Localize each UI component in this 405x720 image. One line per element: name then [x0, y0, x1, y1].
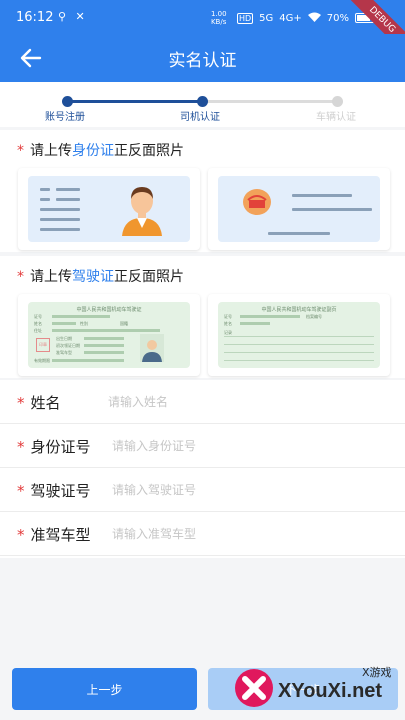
vehicle-class-row: * 准驾车型	[0, 512, 405, 556]
person-avatar-icon	[122, 187, 162, 236]
status-time: 16:12	[16, 10, 54, 25]
signal-4g-icon: 4G+	[279, 12, 302, 24]
national-emblem-icon	[243, 189, 271, 215]
status-right-icons: 1.00 KB/s HD 5G 4G+ 70%	[211, 10, 375, 26]
net-speed: 1.00 KB/s	[210, 10, 227, 26]
watermark-text: XYouXi.net	[278, 680, 383, 702]
prev-step-button[interactable]: 上一步	[12, 668, 197, 710]
id-card-section: * 请上传身份证正反面照片	[0, 130, 405, 252]
id-card-front-upload[interactable]	[18, 168, 200, 250]
status-left-icons: ⚲ ✕	[58, 10, 88, 23]
watermark-small-text: X游戏	[362, 666, 392, 679]
wifi-icon	[307, 12, 321, 25]
license-photo-icon	[140, 334, 164, 362]
id-number-label: * 身份证号	[17, 438, 91, 456]
license-back-upload[interactable]: 中国人民共和国机动车驾驶证副页 证号 姓名 档案编号 记录	[208, 294, 390, 376]
id-card-front-image	[28, 176, 190, 242]
license-front-title: 中国人民共和国机动车驾驶证	[76, 307, 142, 313]
progress-stepper: 账号注册 司机认证 车辆认证	[0, 82, 405, 127]
license-back-image: 中国人民共和国机动车驾驶证副页 证号 姓名 档案编号 记录	[218, 302, 380, 368]
name-row: * 姓名	[0, 380, 405, 424]
step-label-3: 车辆认证	[316, 112, 356, 123]
header-bar: 实名认证	[0, 34, 405, 82]
name-input[interactable]	[108, 390, 368, 414]
license-back-title: 中国人民共和国机动车驾驶证副页	[261, 307, 337, 313]
id-section-title: * 请上传身份证正反面照片	[17, 143, 184, 159]
license-number-row: * 驾驶证号	[0, 468, 405, 512]
step-line-pending	[203, 100, 338, 103]
page-title: 实名认证	[168, 51, 237, 71]
watermark-logo-icon	[235, 669, 273, 707]
step-dot-3	[332, 96, 343, 107]
license-front-upload[interactable]: 中国人民共和国机动车驾驶证 证号 姓名 性别 国籍 住址 印章 出生日期 初次领…	[18, 294, 200, 376]
license-number-label: * 驾驶证号	[17, 482, 91, 500]
vehicle-class-label: * 准驾车型	[17, 526, 91, 544]
step-label-2: 司机认证	[180, 112, 220, 123]
license-front-image: 中国人民共和国机动车驾驶证 证号 姓名 性别 国籍 住址 印章 出生日期 初次领…	[28, 302, 190, 368]
driver-license-section: * 请上传驾驶证正反面照片 中国人民共和国机动车驾驶证 证号 姓名 性别 国籍 住…	[0, 256, 405, 378]
license-stamp: 印章	[36, 338, 50, 352]
step-dot-1	[62, 96, 73, 107]
step-line-done	[68, 100, 203, 103]
status-bar: 16:12 ⚲ ✕ 1.00 KB/s HD 5G 4G+ 70%	[0, 0, 405, 34]
name-label: * 姓名	[17, 394, 61, 412]
license-number-input[interactable]	[112, 478, 372, 502]
id-card-back-image	[218, 176, 380, 242]
vehicle-class-input[interactable]	[112, 522, 372, 546]
battery-percent: 70%	[326, 12, 349, 24]
id-number-row: * 身份证号	[0, 424, 405, 468]
watermark: XYouXi.net X游戏	[230, 662, 405, 718]
hd-badge: HD	[236, 12, 254, 24]
signal-5g-icon: 5G	[259, 12, 274, 24]
id-number-input[interactable]	[112, 434, 372, 458]
license-section-title: * 请上传驾驶证正反面照片	[17, 269, 184, 285]
id-card-back-upload[interactable]	[208, 168, 390, 250]
step-label-1: 账号注册	[45, 112, 85, 123]
info-form: *姓名 *身份证号 *驾驶证号 *准驾车型	[0, 380, 405, 558]
step-dot-2	[197, 96, 208, 107]
